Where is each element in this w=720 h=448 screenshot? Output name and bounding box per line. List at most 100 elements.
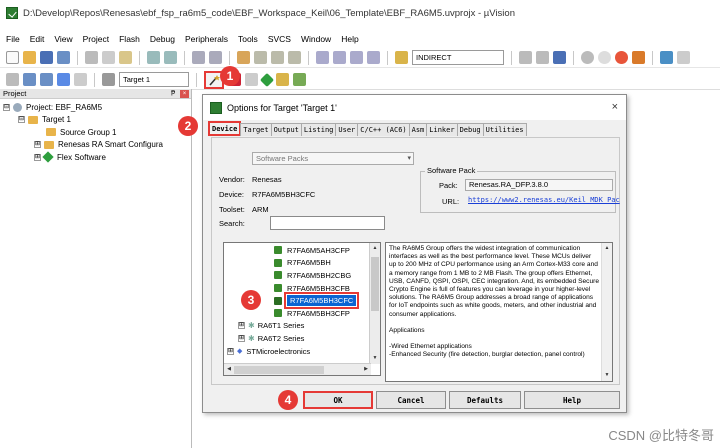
comment-icon[interactable] — [350, 51, 363, 64]
scroll-right-icon[interactable]: ▶ — [362, 365, 370, 374]
breakpoint-icon[interactable] — [598, 51, 611, 64]
menu-view[interactable]: View — [54, 34, 72, 44]
tree-row-project[interactable]: ⊟ Project: EBF_RA6M5 — [0, 101, 191, 114]
pack-installer-icon[interactable] — [293, 73, 306, 86]
tab-user[interactable]: User — [335, 123, 359, 136]
replace-icon[interactable] — [536, 51, 549, 64]
nav-forward-icon[interactable] — [209, 51, 222, 64]
tab-debug[interactable]: Debug — [456, 123, 484, 136]
find-icon[interactable] — [519, 51, 532, 64]
tab-linker[interactable]: Linker — [426, 123, 458, 136]
redo-icon[interactable] — [164, 51, 177, 64]
expand-toggle[interactable]: ⊞ — [227, 347, 234, 355]
download-icon[interactable] — [57, 73, 70, 86]
config-icon[interactable] — [632, 51, 645, 64]
file-extensions-icon[interactable] — [245, 73, 258, 86]
close-panel-button[interactable]: × — [180, 90, 189, 98]
software-packs-select[interactable]: Software Packs — [252, 152, 414, 165]
ok-button[interactable]: OK — [303, 391, 373, 409]
tools-icon[interactable] — [677, 51, 690, 64]
stop-build-icon[interactable] — [74, 73, 87, 86]
menu-file[interactable]: File — [6, 34, 20, 44]
device-item[interactable]: R7FA6M5BH2CBG — [224, 269, 380, 282]
device-tree-hscroll[interactable]: ◀ ▶ — [224, 363, 371, 375]
scroll-down-icon[interactable]: ▼ — [603, 371, 611, 380]
expand-toggle[interactable]: ⊞ — [238, 334, 245, 342]
device-item[interactable]: R7FA6M5BH — [224, 257, 380, 270]
tab-listing[interactable]: Listing — [300, 123, 337, 136]
find-in-files-icon[interactable] — [395, 51, 408, 64]
menu-peripherals[interactable]: Peripherals — [185, 34, 228, 44]
tab-asm[interactable]: Asm — [408, 123, 428, 136]
copy-icon[interactable] — [102, 51, 115, 64]
indent-icon[interactable] — [316, 51, 329, 64]
collapse-toggle[interactable]: ⊟ — [18, 116, 25, 124]
collapse-toggle[interactable]: ⊟ — [3, 103, 10, 111]
device-series-item[interactable]: ⊞ ✱ RA6T2 Series — [224, 332, 380, 345]
tree-row-flex-software[interactable]: ⊞ Flex Software — [0, 151, 191, 164]
target-select[interactable]: Target 1 — [119, 72, 189, 87]
menu-help[interactable]: Help — [341, 34, 358, 44]
select-software-packs-icon[interactable] — [276, 73, 289, 86]
scroll-thumb[interactable] — [371, 257, 379, 311]
dialog-close-button[interactable]: × — [612, 101, 618, 113]
paste-icon[interactable] — [119, 51, 132, 64]
scroll-up-icon[interactable]: ▲ — [603, 244, 611, 253]
batch-build-icon[interactable] — [102, 73, 115, 86]
defaults-button[interactable]: Defaults — [449, 391, 521, 409]
scroll-left-icon[interactable]: ◀ — [225, 365, 233, 374]
new-file-icon[interactable] — [6, 51, 19, 64]
pack-url-link[interactable]: https://www2.renesas.eu/Keil_MDK_Pac — [468, 196, 620, 204]
description-vscroll[interactable]: ▲ ▼ — [601, 243, 612, 381]
expand-toggle[interactable]: ⊞ — [34, 153, 41, 161]
tree-row-source-group[interactable]: Source Group 1 — [0, 126, 191, 139]
menu-svcs[interactable]: SVCS — [268, 34, 291, 44]
scroll-down-icon[interactable]: ▼ — [371, 354, 379, 363]
vendor-item[interactable]: ⊞ ◆ STMicroelectronics — [224, 345, 380, 358]
device-series-item[interactable]: ⊞ ✱ RA6T1 Series — [224, 320, 380, 333]
menu-tools[interactable]: Tools — [238, 34, 258, 44]
kill-breakpoints-icon[interactable] — [615, 51, 628, 64]
find-combo[interactable]: INDIRECT — [412, 50, 504, 65]
manage-run-time-environment-icon[interactable] — [259, 72, 275, 87]
clear-bookmarks-icon[interactable] — [288, 51, 301, 64]
tab-output[interactable]: Output — [270, 123, 302, 136]
uncomment-icon[interactable] — [367, 51, 380, 64]
pin-icon[interactable]: ᵽ — [171, 89, 175, 96]
scroll-up-icon[interactable]: ▲ — [371, 244, 379, 253]
menu-flash[interactable]: Flash — [119, 34, 140, 44]
help-button[interactable]: Help — [524, 391, 620, 409]
save-icon[interactable] — [40, 51, 53, 64]
expand-toggle[interactable]: ⊞ — [238, 322, 245, 330]
save-all-icon[interactable] — [57, 51, 70, 64]
bookmark-icon[interactable] — [237, 51, 250, 64]
tree-row-target[interactable]: ⊟ Target 1 — [0, 114, 191, 127]
translate-icon[interactable] — [6, 73, 19, 86]
tab-target[interactable]: Target — [240, 123, 272, 136]
menu-project[interactable]: Project — [83, 34, 109, 44]
nav-back-icon[interactable] — [192, 51, 205, 64]
prev-bookmark-icon[interactable] — [254, 51, 267, 64]
cancel-button[interactable]: Cancel — [376, 391, 446, 409]
rebuild-icon[interactable] — [40, 73, 53, 86]
cut-icon[interactable] — [85, 51, 98, 64]
menu-window[interactable]: Window — [301, 34, 331, 44]
device-tree-vscroll[interactable]: ▲ ▼ — [369, 243, 380, 364]
expand-toggle[interactable]: ⊞ — [34, 141, 41, 149]
unindent-icon[interactable] — [333, 51, 346, 64]
build-icon[interactable] — [23, 73, 36, 86]
menu-edit[interactable]: Edit — [30, 34, 45, 44]
tab-c-cpp[interactable]: C/C++ (AC6) — [357, 123, 410, 136]
menu-debug[interactable]: Debug — [150, 34, 175, 44]
incremental-find-icon[interactable] — [553, 51, 566, 64]
tab-utilities[interactable]: Utilities — [482, 123, 527, 136]
undo-icon[interactable] — [147, 51, 160, 64]
tab-device[interactable]: Device — [208, 121, 242, 136]
window-layout-icon[interactable] — [660, 51, 673, 64]
device-item[interactable]: R7FA6M5AH3CFP — [224, 244, 380, 257]
next-bookmark-icon[interactable] — [271, 51, 284, 64]
device-search-input[interactable] — [270, 216, 385, 230]
scroll-thumb[interactable] — [234, 366, 324, 374]
debug-start-icon[interactable] — [581, 51, 594, 64]
open-folder-icon[interactable] — [23, 51, 36, 64]
